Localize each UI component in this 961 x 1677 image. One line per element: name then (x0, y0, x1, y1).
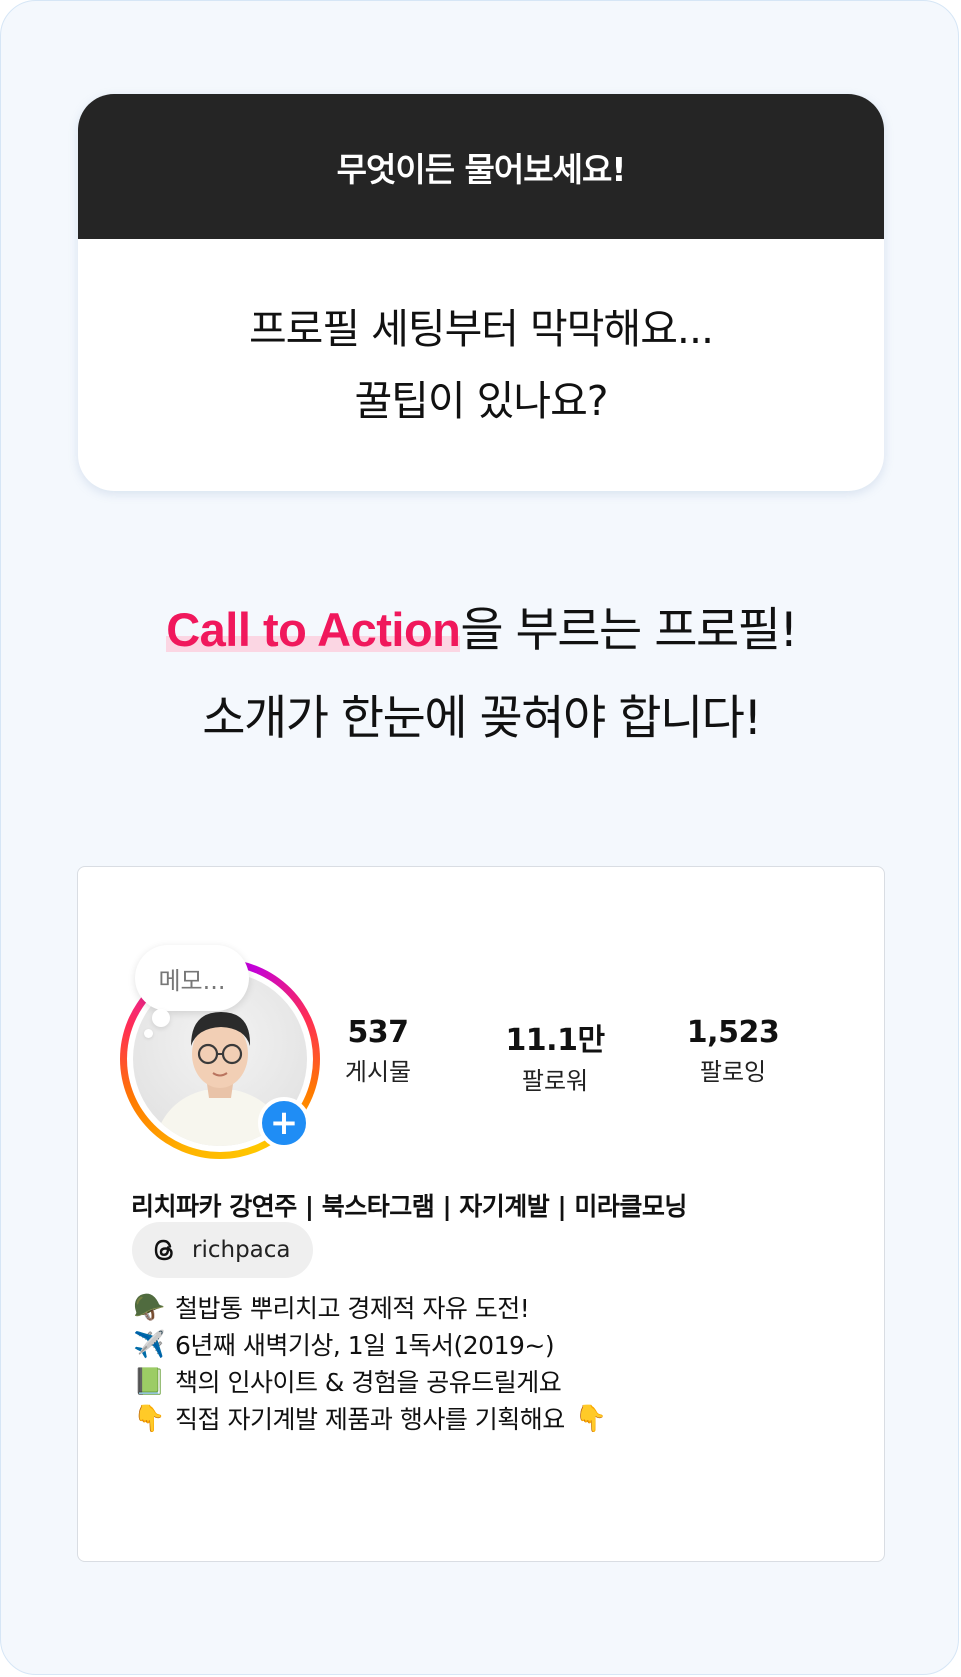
headline-line-2: 소개가 한눈에 꽂혀야 합니다! (202, 691, 762, 746)
helmet-icon: 🪖 (133, 1293, 165, 1323)
headline: Call to Action을 부르는 프로필! 소개가 한눈에 꽂혀야 합니다… (1, 586, 961, 763)
add-story-plus-icon[interactable]: + (258, 1097, 310, 1149)
profile-name-line: 리치파카 강연주 | 북스타그램 | 자기계발 | 미라클모닝 (131, 1192, 687, 1221)
question-card-header: 무엇이든 물어보세요! (78, 94, 884, 239)
bio-line-4: 👇 직접 자기계발 제품과 행사를 기획해요 👇 (131, 1401, 609, 1438)
stat-following-value: 1,523 (686, 1015, 780, 1050)
page-frame: 무엇이든 물어보세요! 프로필 세팅부터 막막해요... 꿀팁이 있나요? Ca… (0, 0, 959, 1675)
stat-following-label: 팔로잉 (699, 1058, 767, 1086)
bio-line-4-text: 직접 자기계발 제품과 행사를 기획해요 (175, 1405, 565, 1434)
question-card-body: 프로필 세팅부터 막막해요... 꿀팁이 있나요? (78, 239, 884, 491)
question-card: 무엇이든 물어보세요! 프로필 세팅부터 막막해요... 꿀팁이 있나요? (78, 94, 884, 491)
bio-line-1: 🪖 철밥통 뿌리치고 경제적 자유 도전! (131, 1290, 609, 1327)
airplane-icon: ✈️ (133, 1330, 165, 1360)
bio-line-3: 📗 책의 인사이트 & 경험을 공유드릴게요 (131, 1364, 609, 1401)
stat-posts-label: 게시물 (344, 1058, 412, 1086)
profile-bio: 🪖 철밥통 뿌리치고 경제적 자유 도전! ✈️ 6년째 새벽기상, 1일 1독… (131, 1290, 609, 1438)
question-card-title: 무엇이든 물어보세요! (336, 149, 627, 189)
stat-followers-value: 11.1만 (505, 1023, 605, 1058)
headline-line-1-rest: 을 부르는 프로필! (460, 603, 798, 658)
stat-posts[interactable]: 537 게시물 (303, 1015, 453, 1087)
instagram-profile-card: 메모... + 537 게시물 11.1만 팔로워 1,523 팔로잉 리치파카… (77, 866, 885, 1562)
question-text-line-1: 프로필 세팅부터 막막해요... (248, 305, 714, 353)
headline-cta-highlight: Call to Action (166, 603, 461, 656)
bio-line-2-text: 6년째 새벽기상, 1일 1독서(2019~) (175, 1331, 555, 1360)
stat-followers[interactable]: 11.1만 팔로워 (480, 1015, 630, 1096)
question-text-line-2: 꿀팁이 있나요? (354, 377, 608, 425)
stat-followers-label: 팔로워 (521, 1067, 589, 1095)
note-bubble-tail-small (144, 1029, 153, 1038)
bio-line-1-text: 철밥통 뿌리치고 경제적 자유 도전! (175, 1294, 530, 1323)
stat-following[interactable]: 1,523 팔로잉 (658, 1015, 808, 1087)
threads-link[interactable]: richpaca (132, 1222, 313, 1278)
threads-icon (154, 1239, 173, 1261)
stat-posts-value: 537 (347, 1015, 409, 1050)
pointing-down-icon-end: 👇 (574, 1404, 607, 1434)
bio-line-2: ✈️ 6년째 새벽기상, 1일 1독서(2019~) (131, 1327, 609, 1364)
headline-line-1: Call to Action을 부르는 프로필! (1, 586, 961, 675)
note-bubble[interactable]: 메모... (135, 945, 249, 1011)
green-book-icon: 📗 (133, 1367, 165, 1397)
note-bubble-tail (152, 1009, 170, 1027)
bio-line-3-text: 책의 인사이트 & 경험을 공유드릴게요 (175, 1368, 562, 1397)
threads-handle: richpaca (192, 1237, 291, 1263)
pointing-down-icon: 👇 (133, 1404, 165, 1434)
